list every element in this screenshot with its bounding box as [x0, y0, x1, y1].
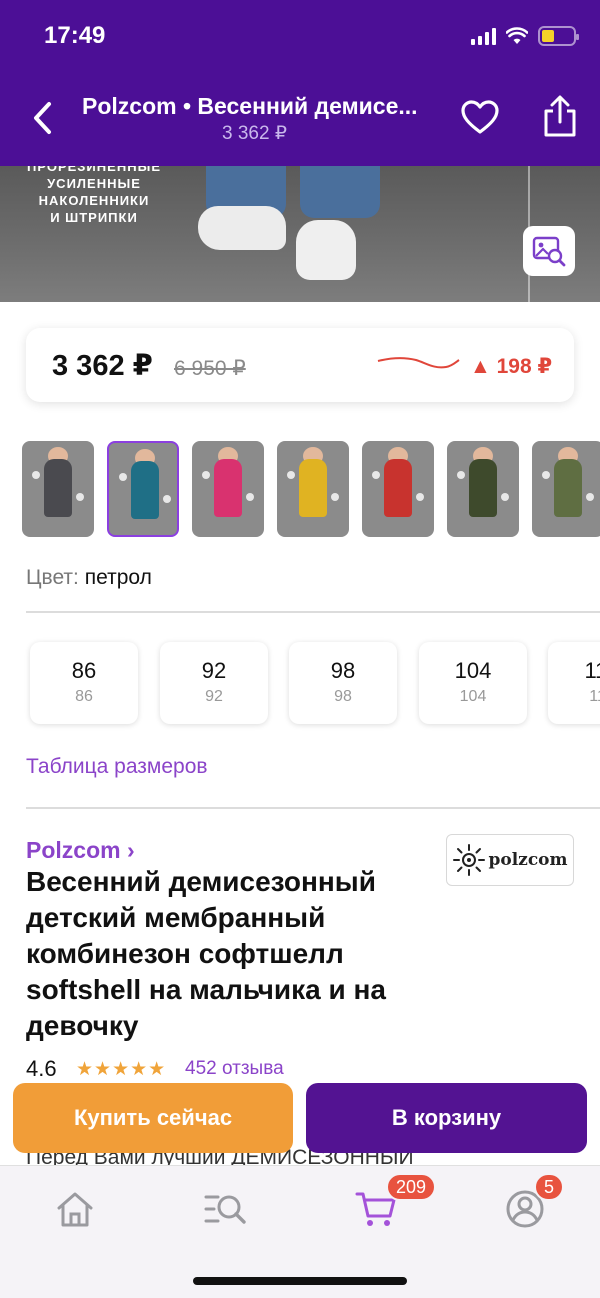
photo-leg-right — [300, 166, 380, 218]
image-search-button[interactable] — [523, 226, 575, 276]
home-icon — [57, 1192, 93, 1227]
price-card[interactable]: 3 362 ₽ 6 950 ₽ ▲ 198 ₽ — [26, 328, 574, 402]
divider — [26, 611, 600, 613]
chevron-left-icon — [34, 102, 51, 134]
battery-icon — [538, 26, 579, 46]
profile-badge: 5 — [534, 1173, 565, 1201]
size-selector: 8686 9292 9898 104104 110110 — [22, 632, 600, 732]
add-to-cart-button[interactable]: В корзину — [306, 1083, 587, 1153]
photo-caption: ПРОРЕЗИНЕННЫЕ УСИЛЕННЫЕ НАКОЛЕННИКИ И ШТ… — [26, 166, 162, 225]
size-option[interactable]: 86 86 — [30, 642, 138, 724]
selected-color: петрол — [84, 566, 152, 589]
divider — [26, 807, 600, 809]
price-trend-sparkline — [377, 357, 460, 369]
current-price: 3 362 ₽ — [52, 350, 153, 382]
color-thumb[interactable] — [22, 441, 94, 537]
color-thumb[interactable] — [192, 441, 264, 537]
photo-shoe-right — [296, 220, 356, 280]
color-thumb[interactable] — [447, 441, 519, 537]
brand-link[interactable]: Polzcom › — [26, 837, 135, 864]
size-option[interactable]: 98 98 — [289, 642, 397, 724]
product-title: Весенний демисезонный детский мембранный… — [26, 866, 386, 1041]
brand-logo-text: polzcom — [488, 850, 568, 870]
tab-catalog[interactable] — [200, 1186, 250, 1232]
share-button[interactable] — [540, 94, 580, 138]
cart-badge: 209 — [386, 1173, 437, 1201]
share-icon — [544, 95, 576, 137]
wifi-icon — [506, 27, 528, 44]
nav-title: Polzcom • Весенний демисе... — [82, 93, 418, 119]
favorite-button[interactable] — [460, 98, 500, 138]
product-photo[interactable]: ПРОРЕЗИНЕННЫЕ УСИЛЕННЫЕ НАКОЛЕННИКИ И ШТ… — [0, 166, 600, 302]
rating-value: 4.6 — [26, 1056, 57, 1081]
image-search-icon — [532, 236, 566, 267]
back-button[interactable] — [24, 96, 60, 140]
size-option[interactable]: 92 92 — [160, 642, 268, 724]
nav-price: 3 362 ₽ — [222, 123, 287, 144]
status-time: 17:49 — [44, 22, 106, 49]
tab-home[interactable] — [50, 1186, 100, 1232]
heart-icon — [461, 100, 499, 134]
size-option[interactable]: 110110 — [548, 642, 600, 724]
color-thumbnails — [22, 441, 600, 537]
cellular-signal-icon — [471, 27, 496, 45]
color-thumb[interactable] — [277, 441, 349, 537]
color-thumb[interactable] — [532, 441, 600, 537]
brand-logo[interactable]: polzcom — [446, 834, 574, 886]
size-option[interactable]: 104 104 — [419, 642, 527, 724]
buy-now-button[interactable]: Купить сейчас — [13, 1083, 293, 1153]
color-label: Цвет: петрол — [26, 566, 152, 589]
price-change: ▲ 198 ₽ — [470, 355, 553, 378]
catalog-search-icon — [204, 1195, 246, 1224]
status-icons — [471, 26, 579, 46]
old-price: 6 950 ₽ — [174, 357, 246, 380]
size-table-link[interactable]: Таблица размеров — [26, 755, 208, 779]
rating-stars: ★★★★★ — [76, 1059, 167, 1080]
color-thumb-selected[interactable] — [107, 441, 179, 537]
app-header: 17:49 Polzcom • Весенний демисе... 3 362… — [0, 0, 600, 166]
color-thumb[interactable] — [362, 441, 434, 537]
sun-logo-icon — [453, 844, 486, 876]
photo-shoe-left — [198, 206, 286, 250]
reviews-link[interactable]: 452 отзыва — [185, 1058, 284, 1080]
home-indicator — [193, 1277, 407, 1285]
